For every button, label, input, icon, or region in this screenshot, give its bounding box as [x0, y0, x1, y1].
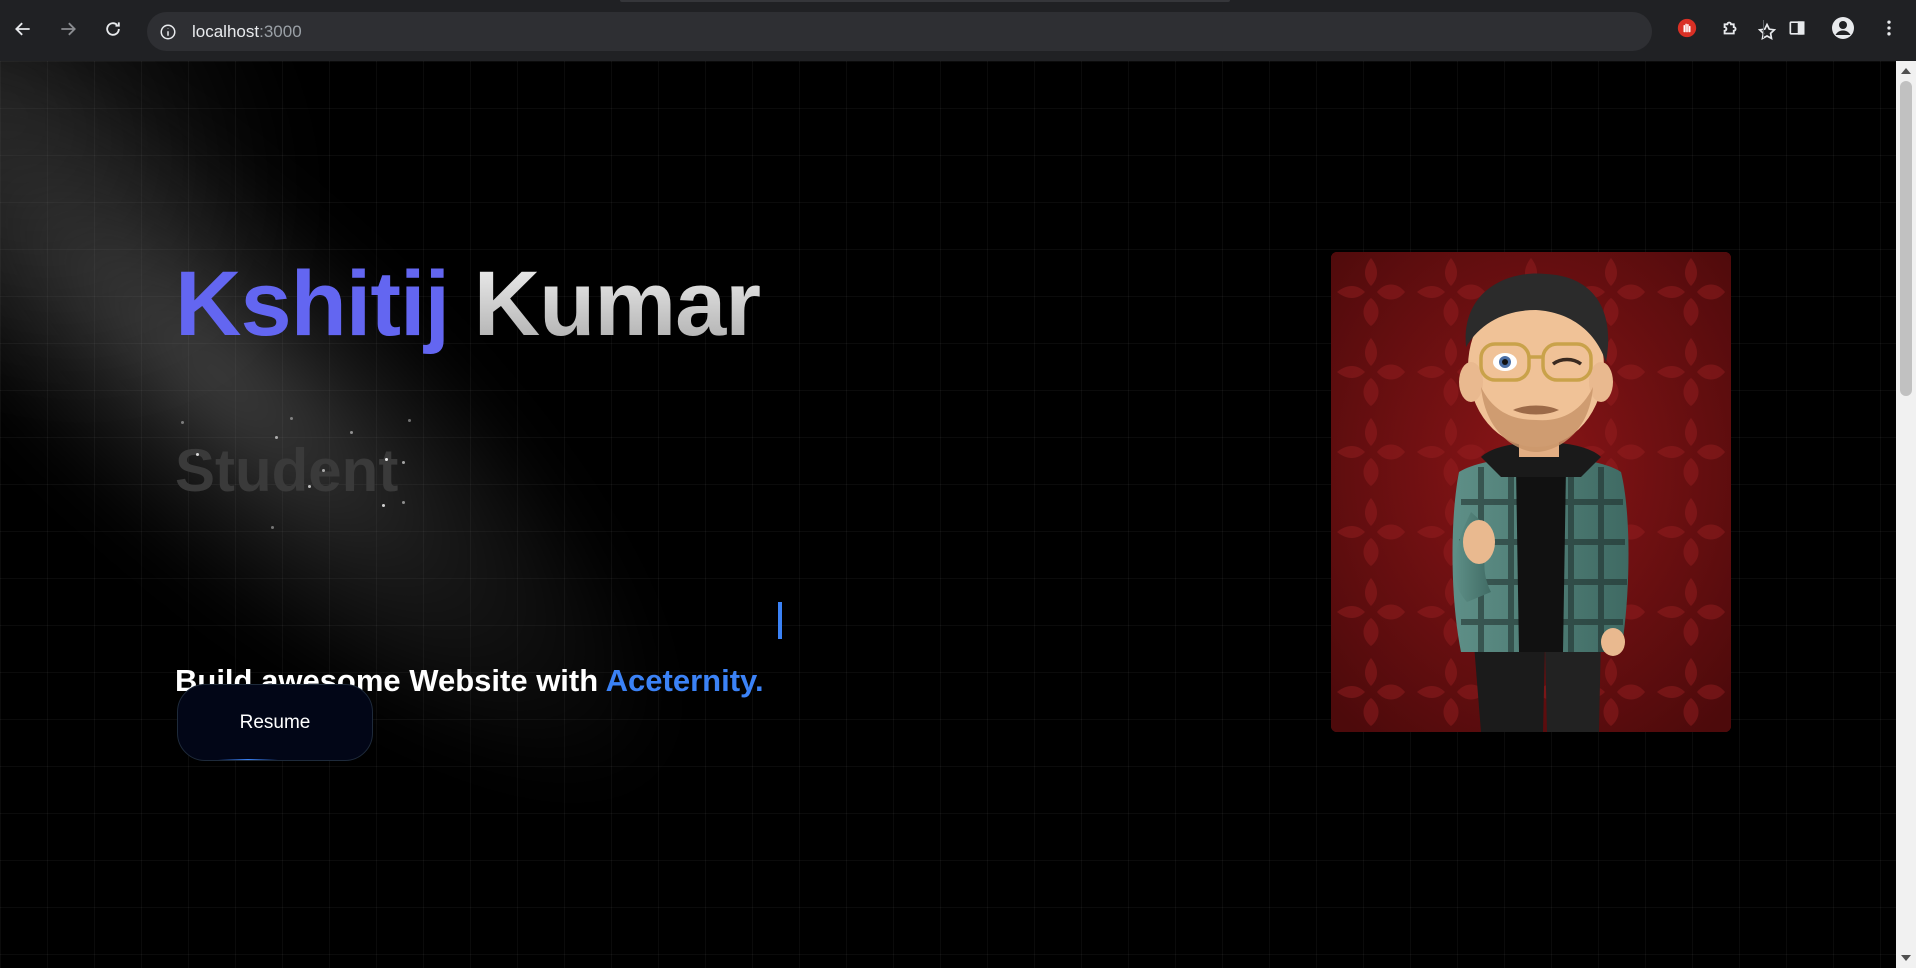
- sparkle: [385, 458, 388, 461]
- browser-toolbar: localhost:3000: [0, 0, 1916, 62]
- forward-button[interactable]: [51, 12, 85, 46]
- profile-avatar-icon[interactable]: [1830, 15, 1856, 41]
- sparkle: [402, 501, 405, 504]
- scrollbar-thumb[interactable]: [1900, 81, 1912, 396]
- hero-role: Student: [175, 437, 399, 504]
- sparkle: [408, 419, 411, 422]
- url-text[interactable]: localhost:3000: [192, 22, 302, 42]
- sparkle: [290, 417, 293, 420]
- typewriter-cursor: [778, 602, 782, 639]
- tagline-accent: Aceternity.: [605, 663, 764, 698]
- sparkle: [271, 526, 274, 529]
- reload-icon: [106, 22, 120, 36]
- resume-button-label: Resume: [239, 711, 311, 733]
- sparkle: [181, 421, 184, 424]
- resume-button[interactable]: Resume: [177, 684, 373, 761]
- scroll-up-arrow-icon[interactable]: [1901, 68, 1911, 74]
- arrow-right-icon: [61, 22, 76, 36]
- active-tab-edge: [620, 0, 1230, 2]
- profile-avatar-image: [1331, 252, 1731, 732]
- page-scrollbar[interactable]: [1896, 61, 1916, 968]
- first-name: Kshitij: [175, 253, 450, 355]
- arrow-left-icon: [15, 22, 30, 36]
- page-viewport: Kshitij Kumar Student Build awesome Webs…: [0, 61, 1896, 968]
- sparkle: [402, 461, 405, 464]
- menu-kebab-icon[interactable]: [1876, 15, 1902, 41]
- avatar-illustration: [1331, 252, 1731, 732]
- back-button[interactable]: [6, 12, 40, 46]
- url-host: localhost: [192, 22, 260, 41]
- sparkle: [322, 469, 325, 472]
- reload-button[interactable]: [96, 12, 130, 46]
- sparkle: [275, 436, 278, 439]
- sparkle: [382, 504, 385, 507]
- extension-stop-icon[interactable]: [1674, 15, 1700, 41]
- extensions-puzzle-icon[interactable]: [1718, 15, 1744, 41]
- last-name: Kumar: [473, 253, 761, 355]
- scroll-down-arrow-icon[interactable]: [1901, 955, 1911, 961]
- url-port: :3000: [259, 22, 302, 41]
- bookmark-star-icon[interactable]: [1757, 22, 1777, 42]
- hero-name: Kshitij Kumar: [175, 258, 761, 350]
- toolbar-divider: [1763, 20, 1764, 38]
- site-info-icon[interactable]: [157, 21, 178, 42]
- sparkle: [196, 453, 199, 456]
- sparkle: [308, 485, 311, 488]
- side-panel-icon[interactable]: [1784, 15, 1810, 41]
- sparkle: [350, 431, 353, 434]
- address-bar[interactable]: localhost:3000: [147, 12, 1777, 51]
